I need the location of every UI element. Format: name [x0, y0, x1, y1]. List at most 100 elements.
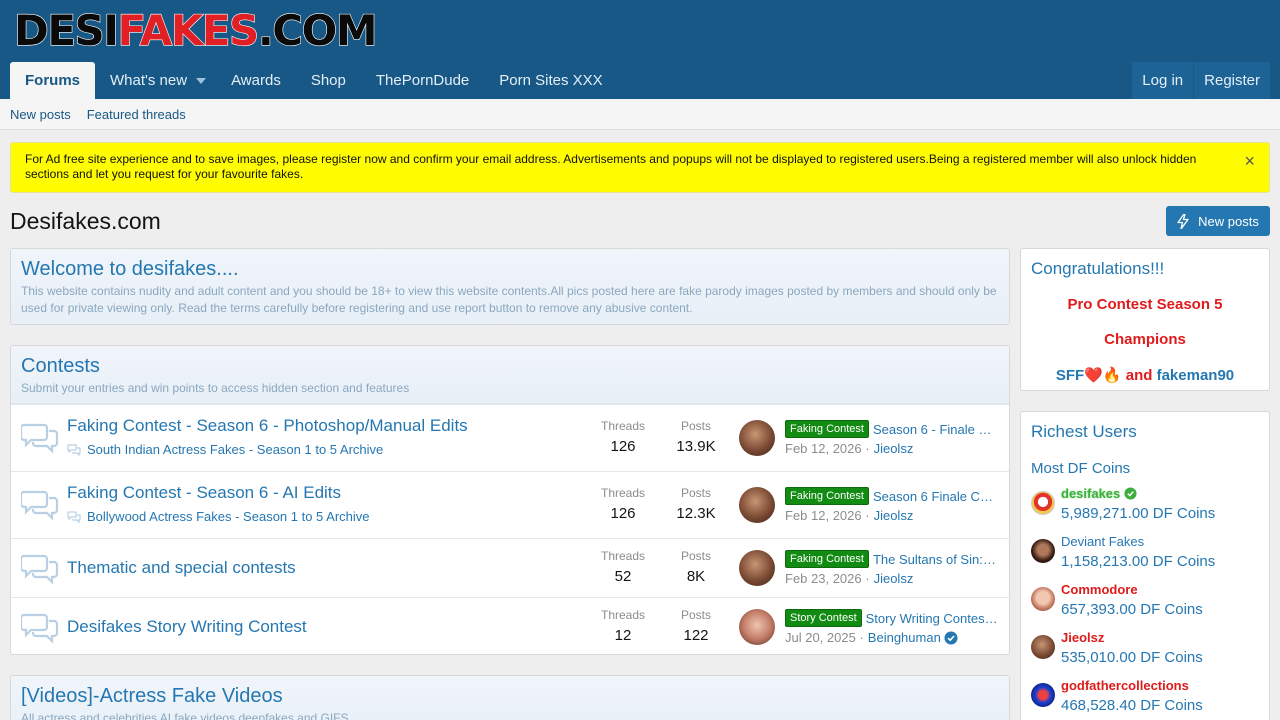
last-post-user[interactable]: Jieolsz: [874, 508, 914, 523]
last-post-date: Feb 23, 2026: [785, 571, 862, 586]
avatar[interactable]: [1031, 683, 1055, 707]
tab-shop[interactable]: Shop: [296, 62, 361, 99]
threads-label: Threads: [600, 549, 646, 563]
user-name[interactable]: godfathercollections: [1061, 678, 1189, 693]
last-post: Faking Contest The Sultans of Sin: Contes…: [785, 550, 999, 586]
threads-count: 12: [614, 627, 632, 644]
logo-part-com: .COM: [257, 6, 378, 55]
subnav-new-posts[interactable]: New posts: [10, 107, 71, 122]
tab-whats-new[interactable]: What's new: [95, 62, 202, 99]
last-thread-title[interactable]: The Sultans of Sin: Contest: [873, 552, 999, 567]
posts-count: 13.9K: [676, 438, 716, 455]
subforum-link[interactable]: South Indian Actress Fakes - Season 1 to…: [67, 442, 383, 457]
thread-prefix[interactable]: Faking Contest: [785, 420, 869, 438]
avatar[interactable]: [1031, 539, 1055, 563]
subnav-featured-threads[interactable]: Featured threads: [87, 107, 186, 122]
contests-head: Contests Submit your entries and win poi…: [11, 346, 1009, 404]
posts-label: Posts: [680, 549, 711, 563]
congrats-widget: Congratulations!!! Pro Contest Season 5 …: [1020, 248, 1270, 391]
congrats-title: Congratulations!!!: [1031, 259, 1165, 278]
last-post: Story Contest Story Writing Contest Seaso…: [785, 609, 999, 645]
videos-title[interactable]: [Videos]-Actress Fake Videos: [21, 685, 999, 708]
tab-forums[interactable]: Forums: [10, 62, 96, 99]
last-thread-title[interactable]: Season 6 Finale Challenge: [873, 489, 999, 504]
avatar[interactable]: [739, 420, 775, 456]
avatar[interactable]: [1031, 491, 1055, 515]
posts-count: 8K: [686, 568, 706, 585]
forum-node-title[interactable]: Faking Contest - Season 6 - AI Edits: [67, 483, 341, 503]
congrats-winners: SFF❤️🔥 and fakeman90: [1021, 366, 1269, 384]
user-name-text: desifakes: [1061, 486, 1121, 501]
new-posts-button[interactable]: New posts: [1166, 206, 1270, 236]
avatar[interactable]: [1031, 587, 1055, 611]
user-name[interactable]: Commodore: [1061, 582, 1138, 597]
auth-buttons: Log in Register: [1131, 62, 1270, 99]
user-name[interactable]: Jieolsz: [1061, 630, 1104, 645]
richest-users-widget: Richest Users Most DF Coins desifakes 5,…: [1020, 411, 1270, 720]
avatar[interactable]: [1031, 635, 1055, 659]
verified-badge-icon: [944, 631, 958, 644]
subforum-link[interactable]: Bollywood Actress Fakes - Season 1 to 5 …: [67, 509, 370, 524]
winner-1[interactable]: SFF: [1056, 367, 1084, 384]
last-post: Faking ContestSeason 6 - Finale Contest …: [785, 420, 999, 456]
forum-node-title[interactable]: Faking Contest - Season 6 - Photoshop/Ma…: [67, 416, 468, 436]
threads-stat: Threads 126: [588, 486, 658, 522]
thread-prefix[interactable]: Story Contest: [785, 609, 862, 627]
close-icon[interactable]: ×: [1244, 152, 1255, 170]
last-thread-title[interactable]: Season 6 - Finale Contest: [873, 422, 999, 437]
lightning-icon: [1177, 213, 1189, 229]
login-button[interactable]: Log in: [1132, 62, 1194, 99]
posts-stat: Posts 122: [661, 608, 731, 644]
posts-label: Posts: [680, 419, 711, 433]
heart-fire-icon: ❤️🔥: [1084, 367, 1122, 384]
user-coins: 5,989,271.00 DF Coins: [1061, 505, 1216, 522]
page-title: Desifakes.com: [10, 208, 161, 234]
threads-stat: Threads 12: [588, 608, 658, 644]
main-nav: Forums What's new Awards Shop ThePornDud…: [10, 62, 618, 99]
thread-prefix[interactable]: Faking Contest: [785, 487, 869, 505]
richest-title[interactable]: Richest Users: [1021, 412, 1269, 442]
videos-desc: All actress and celebrities AI fake vide…: [21, 711, 349, 720]
welcome-desc: This website contains nudity and adult c…: [21, 284, 997, 315]
whats-new-dropdown[interactable]: [196, 62, 216, 99]
forum-node: Thematic and special contests Threads 52 …: [11, 538, 1009, 597]
site-logo[interactable]: DESI FAKES .COM: [13, 9, 378, 52]
posts-label: Posts: [680, 486, 711, 500]
last-post-date: Jul 20, 2025: [785, 630, 856, 645]
threads-label: Threads: [600, 419, 646, 433]
winner-2[interactable]: fakeman90: [1157, 367, 1235, 384]
tab-theporndude[interactable]: ThePornDude: [361, 62, 484, 99]
threads-count: 52: [614, 568, 632, 585]
threads-label: Threads: [600, 486, 646, 500]
last-post-user[interactable]: Jieolsz: [874, 441, 914, 456]
last-post-user[interactable]: Jieolsz: [874, 571, 914, 586]
user-name[interactable]: desifakes: [1061, 486, 1137, 501]
posts-label: Posts: [680, 608, 711, 622]
last-thread-title[interactable]: Story Writing Contest Season: [866, 611, 999, 626]
videos-head: [Videos]-Actress Fake Videos All actress…: [11, 676, 1009, 720]
last-post: Faking ContestSeason 6 Finale Challenge …: [785, 487, 999, 523]
forum-node-title[interactable]: Desifakes Story Writing Contest: [67, 617, 307, 637]
videos-block: [Videos]-Actress Fake Videos All actress…: [10, 675, 1010, 720]
avatar[interactable]: [739, 550, 775, 586]
threads-count: 126: [610, 438, 636, 455]
welcome-head: Welcome to desifakes.... This website co…: [11, 249, 1009, 324]
tab-awards[interactable]: Awards: [216, 62, 296, 99]
welcome-block: Welcome to desifakes.... This website co…: [10, 248, 1010, 325]
subforum-icon: [67, 510, 81, 523]
last-post-user[interactable]: Beinghuman: [868, 630, 941, 645]
tab-porn-sites-xxx[interactable]: Porn Sites XXX: [484, 62, 617, 99]
register-button[interactable]: Register: [1194, 62, 1270, 99]
avatar[interactable]: [739, 487, 775, 523]
user-name[interactable]: Deviant Fakes: [1061, 534, 1144, 549]
contests-block: Contests Submit your entries and win poi…: [10, 345, 1010, 655]
forum-node: Faking Contest - Season 6 - AI Edits Bol…: [11, 471, 1009, 538]
contests-title[interactable]: Contests: [21, 355, 999, 378]
thread-prefix[interactable]: Faking Contest: [785, 550, 869, 568]
forum-node-title[interactable]: Thematic and special contests: [67, 558, 296, 578]
subforum-icon: [67, 443, 81, 456]
richest-subtitle[interactable]: Most DF Coins: [1021, 442, 1269, 477]
contests-desc: Submit your entries and win points to ac…: [21, 381, 410, 395]
avatar[interactable]: [739, 609, 775, 645]
welcome-title[interactable]: Welcome to desifakes....: [21, 258, 999, 281]
